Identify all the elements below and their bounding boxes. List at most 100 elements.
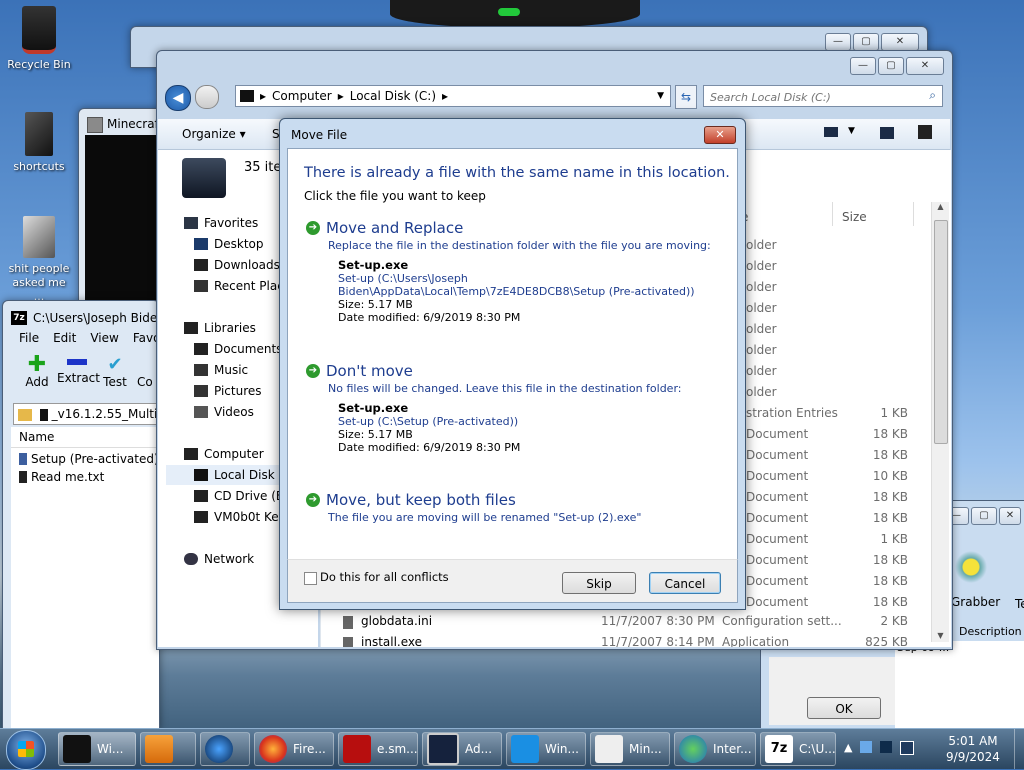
- menu-edit[interactable]: Edit: [53, 331, 76, 351]
- content-panel: Sep 09 ...: [895, 641, 1024, 729]
- green-arrow-icon: ➔: [306, 364, 320, 378]
- maximize-button[interactable]: ▢: [878, 57, 904, 75]
- move-file-dialog[interactable]: Move File ✕ There is already a file with…: [279, 118, 746, 610]
- refresh-button[interactable]: ⇆: [675, 85, 697, 109]
- row-size: 18 KB: [872, 448, 908, 462]
- taskbar-item-filezilla[interactable]: e.sm...: [338, 732, 418, 766]
- close-button[interactable]: ✕: [906, 57, 944, 75]
- breadcrumb-computer[interactable]: Computer: [272, 89, 332, 103]
- search-field[interactable]: ⌕: [703, 85, 943, 107]
- organize-button[interactable]: Organize ▾: [182, 127, 246, 141]
- search-icon[interactable]: ⌕: [929, 88, 936, 103]
- taskbar-item-globe[interactable]: [200, 732, 250, 766]
- help-icon[interactable]: [918, 125, 932, 139]
- start-button[interactable]: [6, 730, 46, 770]
- close-button[interactable]: ✕: [704, 126, 736, 144]
- view-dropdown-icon[interactable]: ▼: [848, 126, 855, 136]
- recycle-bin-icon: [22, 6, 56, 54]
- option-move-and-replace[interactable]: ➔ Move and Replace Replace the file in th…: [306, 219, 726, 324]
- java-icon: [595, 735, 623, 763]
- all-conflicts-checkbox[interactable]: [304, 572, 317, 585]
- view-options-icon[interactable]: [824, 127, 838, 137]
- address-bar[interactable]: ▸ Computer ▸ Local Disk (C:) ▸ ▼: [235, 85, 671, 107]
- star-icon: [184, 217, 198, 229]
- row-size: 1 KB: [880, 406, 908, 420]
- row-type: older: [746, 343, 777, 357]
- table-row[interactable]: install.exe 11/7/2007 8:14 PM Applicatio…: [343, 635, 923, 647]
- ok-button[interactable]: OK: [807, 697, 881, 719]
- menu-view[interactable]: View: [90, 331, 118, 351]
- all-conflicts-label[interactable]: Do this for all conflicts: [320, 570, 449, 584]
- taskbar-item-explorer[interactable]: Wi...: [58, 732, 136, 766]
- scroll-up-icon[interactable]: ▲: [932, 202, 949, 211]
- display-tray-icon[interactable]: [900, 741, 915, 755]
- maximize-button[interactable]: ▢: [971, 507, 997, 525]
- monitor-icon: [427, 733, 459, 765]
- scroll-down-icon[interactable]: ▼: [932, 631, 949, 640]
- add-icon: ✚: [27, 352, 47, 377]
- taskbar-item-firefox[interactable]: Fire...: [254, 732, 334, 766]
- grabber-tool[interactable]: Grabber: [951, 551, 1000, 609]
- up-folder-icon[interactable]: [18, 408, 32, 421]
- minimize-button[interactable]: —: [850, 57, 876, 75]
- maximize-button[interactable]: ▢: [853, 33, 879, 51]
- row-type: Document: [746, 511, 809, 525]
- breadcrumb-local-disk[interactable]: Local Disk (C:): [350, 89, 436, 103]
- desktop-icon-people-folder[interactable]: shit people asked me ...: [4, 216, 74, 304]
- close-icon: ✕: [715, 128, 725, 141]
- option-keep-both[interactable]: ➔ Move, but keep both files The file you …: [306, 491, 726, 524]
- grabber-icon: [953, 551, 989, 591]
- taskbar-item-admin[interactable]: Ad...: [422, 732, 502, 766]
- taskbar-item-7zip[interactable]: 7z C:\U...: [760, 732, 836, 766]
- cancel-button[interactable]: Cancel: [649, 572, 721, 594]
- nav-favorites[interactable]: Favorites: [184, 216, 258, 230]
- folder-icon: [23, 216, 55, 258]
- option-dont-move[interactable]: ➔ Don't move No files will be changed. Le…: [306, 362, 726, 454]
- windows-icon: [511, 735, 539, 763]
- add-button[interactable]: ✚ Add: [17, 352, 57, 390]
- list-item[interactable]: Read me.txt: [11, 466, 159, 484]
- row-type: older: [746, 238, 777, 252]
- show-desktop-button[interactable]: [1014, 729, 1024, 769]
- desktop-icon-recycle-bin[interactable]: Recycle Bin: [4, 6, 74, 71]
- row-type: older: [746, 301, 777, 315]
- column-header-name[interactable]: Name: [11, 427, 159, 448]
- ini-file-icon: [343, 616, 353, 629]
- close-button[interactable]: ✕: [999, 507, 1021, 525]
- window-controls: — ▢ ✕: [825, 33, 919, 51]
- minimize-button[interactable]: —: [825, 33, 851, 51]
- path-bar[interactable]: _v16.1.2.55_Multi: [13, 403, 161, 425]
- taskbar-item-minecraft[interactable]: Min...: [590, 732, 670, 766]
- menu-file[interactable]: File: [19, 331, 39, 351]
- clock[interactable]: 5:01 AM 9/9/2024: [936, 733, 1010, 765]
- column-header-description[interactable]: Description: [959, 625, 1022, 638]
- preview-pane-icon[interactable]: [880, 127, 894, 139]
- search-input[interactable]: [708, 87, 922, 107]
- forward-button[interactable]: [195, 85, 219, 109]
- taskbar-item-windows[interactable]: Win...: [506, 732, 586, 766]
- volume-tray-icon[interactable]: [880, 741, 893, 753]
- dialog-heading: There is already a file with the same na…: [304, 165, 730, 181]
- back-arrow-icon: ◀: [172, 90, 184, 106]
- row-type: Document: [746, 595, 809, 609]
- extract-button[interactable]: Extract: [57, 355, 100, 385]
- taskbar-item-media-player[interactable]: [140, 732, 196, 766]
- row-size: 18 KB: [872, 490, 908, 504]
- show-hidden-icons[interactable]: ▲: [844, 741, 852, 755]
- list-item[interactable]: Setup (Pre-activated): [11, 448, 159, 466]
- column-header-size[interactable]: Size: [842, 210, 867, 224]
- network-tray-icon[interactable]: [860, 741, 873, 753]
- skip-button[interactable]: Skip: [562, 572, 636, 594]
- row-type: Document: [746, 574, 809, 588]
- green-arrow-icon: ➔: [306, 493, 320, 507]
- sevenzip-window[interactable]: 7z C:\Users\Joseph Biden\ File Edit View…: [2, 300, 169, 730]
- taskbar-item-internet[interactable]: Inter...: [674, 732, 756, 766]
- back-button[interactable]: ◀: [165, 85, 191, 111]
- drive-large-icon: [182, 158, 226, 198]
- row-type: Document: [746, 490, 809, 504]
- desktop-icon-shortcuts[interactable]: shortcuts: [4, 112, 74, 173]
- test-button[interactable]: ✔ Test: [97, 355, 133, 390]
- table-row[interactable]: globdata.ini 11/7/2007 8:30 PM Configura…: [343, 614, 923, 632]
- address-dropdown-icon[interactable]: ▼: [657, 91, 664, 101]
- close-button[interactable]: ✕: [881, 33, 919, 51]
